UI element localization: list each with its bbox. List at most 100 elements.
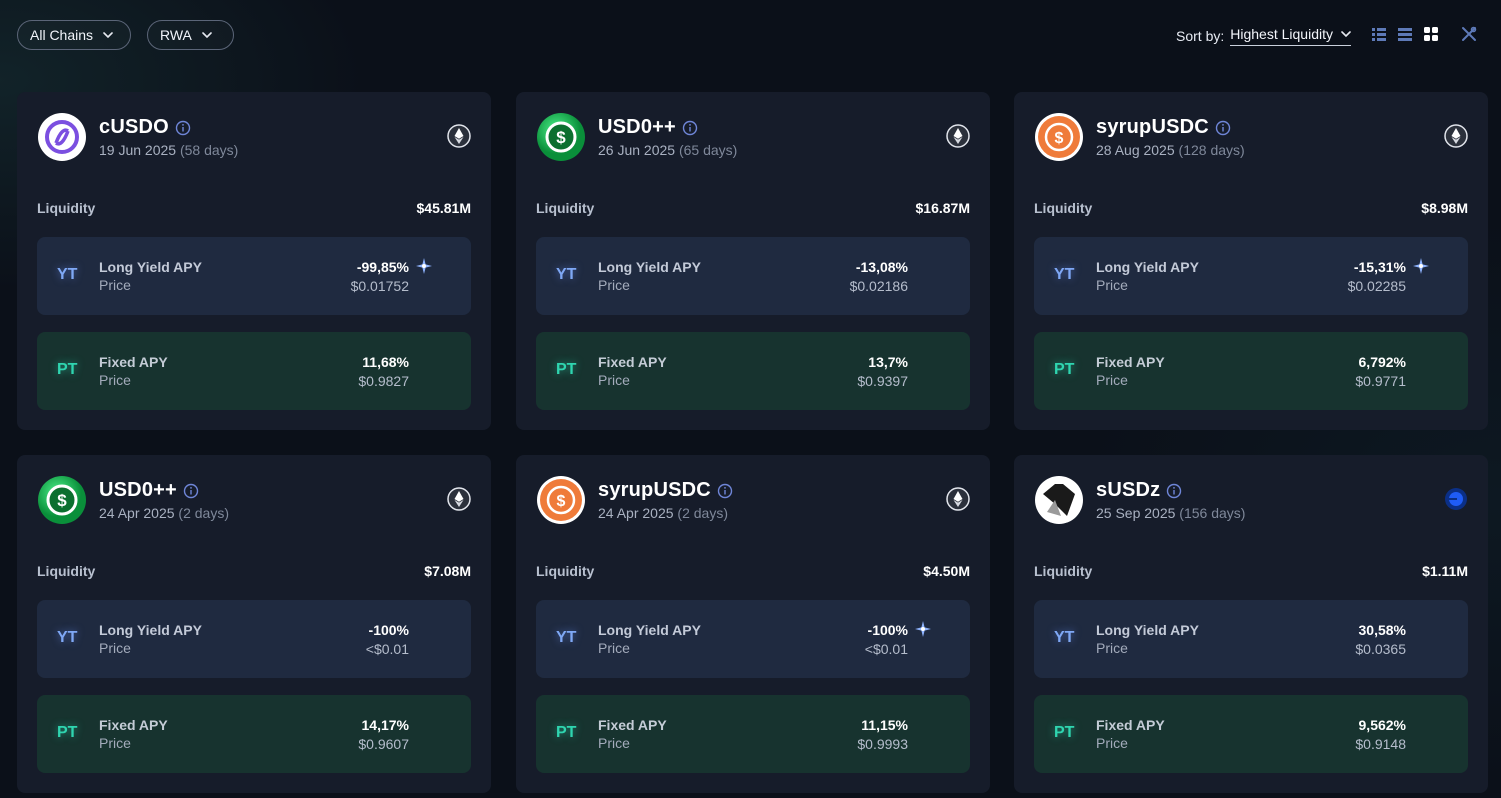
pt-apy: 14,17% [361,717,409,733]
susdz-logo [1035,476,1083,524]
pt-price: $0.9607 [358,736,409,752]
yt-label: Long Yield APY [99,259,202,275]
market-card[interactable]: cUSDO 19 Jun 2025 (58 days) Liquidity $4… [17,92,491,430]
pt-trade-button[interactable]: PT Fixed APY Price 6,792% $0.9771 [1034,332,1468,410]
pt-trade-button[interactable]: PT Fixed APY Price 13,7% $0.9397 [536,332,970,410]
pt-trade-button[interactable]: PT Fixed APY Price 11,68% $0.9827 [37,332,471,410]
card-header: $ syrupUSDC 28 Aug 2025 (128 days) [1034,112,1468,164]
info-icon[interactable] [717,483,733,499]
maturity-date-value: 19 Jun 2025 [99,142,177,158]
pt-price-label: Price [99,735,131,751]
category-filter-dropdown[interactable]: RWA [147,20,234,50]
market-card[interactable]: $ USD0++ 26 Jun 2025 (65 days) Liquidity… [516,92,990,430]
pt-apy: 9,562% [1358,717,1406,733]
liquidity-label: Liquidity [536,563,595,579]
info-icon[interactable] [1166,483,1182,499]
market-card[interactable]: $ USD0++ 24 Apr 2025 (2 days) Liquidity … [17,455,491,793]
card-header: $ USD0++ 24 Apr 2025 (2 days) [37,475,471,527]
svg-text:$: $ [556,128,566,147]
yt-trade-button[interactable]: YT Long Yield APY Price -99,85% $0.01752 [37,237,471,315]
tools-icon[interactable] [1461,26,1477,42]
yt-trade-button[interactable]: YT Long Yield APY Price 30,58% $0.0365 [1034,600,1468,678]
yt-apy: -13,08% [855,259,908,275]
maturity-date: 25 Sep 2025 (156 days) [1096,505,1245,521]
maturity-date-value: 25 Sep 2025 [1096,505,1176,521]
maturity-date-value: 26 Jun 2025 [598,142,676,158]
asset-name-row: cUSDO [99,116,191,139]
pt-tag: PT [57,361,78,378]
pt-label: Fixed APY [1096,717,1165,733]
yt-price: <$0.01 [864,641,908,657]
ethereum-icon [946,487,970,511]
market-card[interactable]: $ syrupUSDC 28 Aug 2025 (128 days) Liqui… [1014,92,1488,430]
asset-name: syrupUSDC [598,479,711,501]
maturity-date: 24 Apr 2025 (2 days) [598,505,728,521]
syrupusdc-logo: $ [537,476,585,524]
syrupusdc-logo: $ [1035,113,1083,161]
pt-price-label: Price [598,372,630,388]
maturity-date: 28 Aug 2025 (128 days) [1096,142,1245,158]
info-icon[interactable] [1215,120,1231,136]
list-icon[interactable] [1397,26,1413,42]
yt-price-label: Price [1096,277,1128,293]
list-compact-icon[interactable] [1371,26,1387,42]
sort-dropdown[interactable]: Highest Liquidity [1230,26,1351,46]
yt-trade-button[interactable]: YT Long Yield APY Price -100% <$0.01 [37,600,471,678]
asset-name-row: USD0++ [99,479,199,502]
liquidity-value: $16.87M [915,200,970,216]
days-remaining: (128 days) [1178,142,1245,158]
liquidity-value: $4.50M [923,563,970,579]
chain-filter-label: All Chains [30,27,94,43]
info-icon[interactable] [682,120,698,136]
info-icon[interactable] [183,483,199,499]
pt-price-label: Price [598,735,630,751]
usd0-logo: $ [38,476,86,524]
pt-apy: 11,15% [861,717,908,733]
yt-trade-button[interactable]: YT Long Yield APY Price -100% <$0.01 [536,600,970,678]
pt-apy: 13,7% [868,354,908,370]
pt-tag: PT [556,361,577,378]
pt-price-label: Price [1096,372,1128,388]
pt-trade-button[interactable]: PT Fixed APY Price 11,15% $0.9993 [536,695,970,773]
yt-tag: YT [556,629,577,646]
days-remaining: (65 days) [678,142,738,158]
pt-price: $0.9397 [857,373,908,389]
market-card[interactable]: $ syrupUSDC 24 Apr 2025 (2 days) Liquidi… [516,455,990,793]
info-icon[interactable] [175,120,191,136]
sparkle-icon [415,257,433,275]
liquidity-label: Liquidity [37,563,96,579]
pt-trade-button[interactable]: PT Fixed APY Price 9,562% $0.9148 [1034,695,1468,773]
yt-price-label: Price [598,277,630,293]
card-header: sUSDz 25 Sep 2025 (156 days) [1034,475,1468,527]
yt-price-label: Price [598,640,630,656]
pt-tag: PT [1054,361,1075,378]
days-remaining: (2 days) [178,505,229,521]
view-mode-toggle [1371,26,1477,42]
grid-icon[interactable] [1423,26,1439,42]
pt-tag: PT [1054,724,1075,741]
yt-trade-button[interactable]: YT Long Yield APY Price -15,31% $0.02285 [1034,237,1468,315]
yt-tag: YT [1054,629,1075,646]
pt-tag: PT [556,724,577,741]
market-card[interactable]: sUSDz 25 Sep 2025 (156 days) Liquidity $… [1014,455,1488,793]
pt-label: Fixed APY [1096,354,1165,370]
cusdo-logo [38,113,86,161]
yt-price: $0.0365 [1355,641,1406,657]
chevron-down-icon [202,32,212,39]
pt-trade-button[interactable]: PT Fixed APY Price 14,17% $0.9607 [37,695,471,773]
pt-price-label: Price [99,372,131,388]
liquidity-label: Liquidity [37,200,96,216]
yt-label: Long Yield APY [598,259,701,275]
pt-price: $0.9827 [358,373,409,389]
yt-price: <$0.01 [365,641,409,657]
ethereum-icon [447,124,471,148]
yt-label: Long Yield APY [1096,622,1199,638]
yt-trade-button[interactable]: YT Long Yield APY Price -13,08% $0.02186 [536,237,970,315]
sort-value: Highest Liquidity [1230,26,1333,42]
liquidity-row: Liquidity $7.08M [37,563,471,579]
pt-apy: 6,792% [1358,354,1406,370]
chain-filter-dropdown[interactable]: All Chains [17,20,131,50]
yt-price: $0.01752 [350,278,409,294]
yt-apy: -100% [867,622,908,638]
ethereum-icon [946,124,970,148]
